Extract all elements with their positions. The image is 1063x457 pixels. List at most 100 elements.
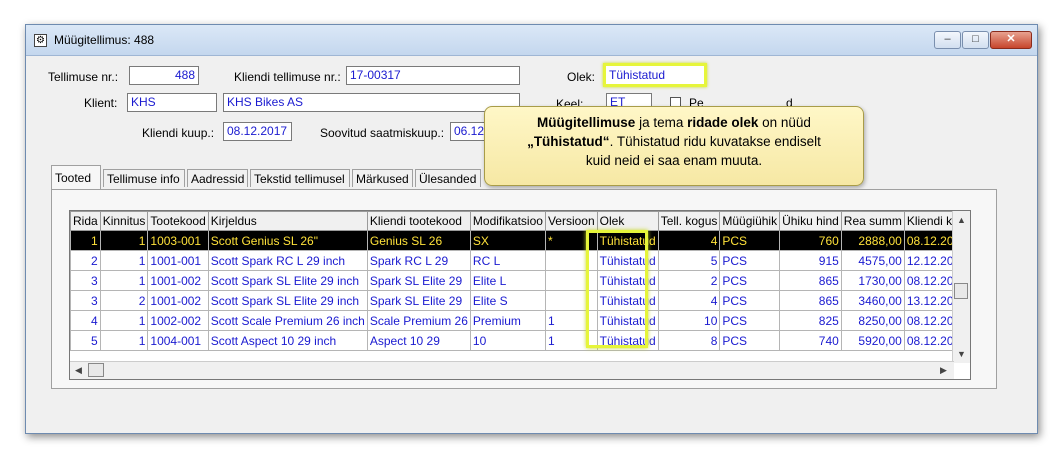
table-cell[interactable]: Elite L — [469, 270, 546, 291]
table-cell[interactable]: 2 — [70, 250, 101, 271]
horizontal-scrollbar[interactable]: ◀ ▶ — [70, 361, 954, 379]
tab-tooted[interactable]: Tooted — [51, 165, 101, 189]
column-header[interactable]: Modifikatsioo — [469, 211, 546, 231]
column-header[interactable]: Kliendi tootekood — [366, 211, 471, 231]
table-cell[interactable]: 1 — [544, 330, 598, 351]
table-cell[interactable]: Scale Premium 26 — [366, 310, 471, 331]
table-cell[interactable] — [544, 250, 598, 271]
table-cell[interactable]: Genius SL 26 — [366, 230, 471, 251]
maximize-button[interactable]: □ — [962, 31, 989, 49]
table-cell[interactable]: 3 — [70, 270, 101, 291]
table-cell[interactable]: 1 — [99, 230, 149, 251]
tab-markused[interactable]: Märkused — [352, 169, 413, 187]
column-header[interactable]: Rida — [70, 211, 101, 231]
table-cell[interactable]: 1 — [544, 310, 598, 331]
column-header[interactable]: Versioon — [544, 211, 598, 231]
scroll-right-icon[interactable]: ▶ — [940, 365, 947, 376]
client-code-field[interactable]: KHS — [127, 93, 217, 112]
table-cell[interactable]: 4575,00 — [840, 250, 905, 271]
table-row[interactable]: 4 1 1002-002 Scott Scale Premium 26 inch Sca… — [70, 310, 970, 331]
table-cell[interactable]: PCS — [719, 230, 781, 251]
table-row[interactable]: 1 1 1003-001 Scott Genius SL 26" Genius SL 2… — [70, 230, 970, 251]
table-row[interactable]: 2 1 1001-001 Scott Spark RC L 29 inch Spark … — [70, 250, 970, 271]
table-cell[interactable]: Elite S — [469, 290, 546, 311]
table-cell[interactable]: Scott Spark RC L 29 inch — [207, 250, 368, 271]
table-cell[interactable]: 865 — [779, 290, 842, 311]
client-order-field[interactable]: 17-00317 — [346, 66, 520, 85]
column-header[interactable]: Rea summ — [840, 211, 905, 231]
tab-ulesanded[interactable]: Ülesanded — [415, 169, 481, 187]
table-cell[interactable]: 8250,00 — [840, 310, 905, 331]
table-cell[interactable]: 865 — [779, 270, 842, 291]
state-field[interactable]: Tühistatud — [603, 63, 707, 87]
table-cell[interactable]: 1001-002 — [147, 270, 209, 291]
table-cell[interactable]: 2 — [99, 290, 149, 311]
table-cell[interactable]: 4 — [657, 290, 721, 311]
table-cell[interactable]: 1 — [99, 250, 149, 271]
order-no-field[interactable]: 488 — [129, 66, 199, 85]
table-cell[interactable]: 1003-001 — [147, 230, 209, 251]
table-cell[interactable]: 1 — [99, 330, 149, 351]
table-cell[interactable]: 4 — [657, 230, 721, 251]
table-cell[interactable]: PCS — [719, 310, 781, 331]
tab-aadressid[interactable]: Aadressid — [187, 169, 248, 187]
close-button[interactable]: ✕ — [990, 31, 1032, 49]
table-cell[interactable]: RC L — [469, 250, 546, 271]
column-header[interactable]: Olek — [596, 211, 659, 231]
table-cell[interactable]: 1001-001 — [147, 250, 209, 271]
tab-tekstid-tellimusel[interactable]: Tekstid tellimusel — [250, 169, 350, 187]
column-header[interactable]: Tell. kogus — [657, 211, 721, 231]
table-cell[interactable] — [544, 290, 598, 311]
table-cell[interactable]: Spark SL Elite 29 — [366, 290, 471, 311]
table-cell[interactable]: Scott Spark SL Elite 29 inch — [207, 290, 368, 311]
horizontal-scroll-thumb[interactable] — [88, 363, 104, 377]
table-cell[interactable]: 10 — [657, 310, 721, 331]
table-cell[interactable]: 1004-001 — [147, 330, 209, 351]
table-cell[interactable]: Scott Scale Premium 26 inch — [207, 310, 368, 331]
table-cell[interactable]: 825 — [779, 310, 842, 331]
table-cell[interactable]: Tühistatud — [596, 250, 659, 271]
vertical-scroll-thumb[interactable] — [954, 283, 968, 299]
table-cell[interactable]: 740 — [779, 330, 842, 351]
scroll-down-icon[interactable]: ▼ — [957, 349, 966, 359]
column-header[interactable]: Kinnitus — [99, 211, 149, 231]
table-cell[interactable]: 2888,00 — [840, 230, 905, 251]
table-cell[interactable]: Scott Aspect 10 29 inch — [207, 330, 368, 351]
table-row[interactable]: 3 1 1001-002 Scott Spark SL Elite 29 inch Sp… — [70, 270, 970, 291]
table-cell[interactable]: 10 — [469, 330, 546, 351]
table-cell[interactable]: Scott Spark SL Elite 29 inch — [207, 270, 368, 291]
title-bar[interactable]: ⚙ Müügitellimus: 488 – □ ✕ — [26, 25, 1037, 56]
table-cell[interactable]: Spark RC L 29 — [366, 250, 471, 271]
column-header[interactable]: Tootekood — [147, 211, 209, 231]
table-row[interactable]: 5 1 1004-001 Scott Aspect 10 29 inch Aspect … — [70, 330, 970, 351]
table-cell[interactable]: 3 — [70, 290, 101, 311]
table-cell[interactable]: 3460,00 — [840, 290, 905, 311]
table-cell[interactable]: PCS — [719, 290, 781, 311]
table-cell[interactable]: PCS — [719, 270, 781, 291]
table-cell[interactable]: 5 — [657, 250, 721, 271]
scroll-up-icon[interactable]: ▲ — [957, 215, 966, 225]
tab-tellimuse-info[interactable]: Tellimuse info — [103, 169, 185, 187]
minimize-button[interactable]: – — [934, 31, 961, 49]
column-header[interactable]: Kirjeldus — [207, 211, 368, 231]
table-cell[interactable]: PCS — [719, 250, 781, 271]
table-cell[interactable]: 5 — [70, 330, 101, 351]
table-cell[interactable]: 1001-002 — [147, 290, 209, 311]
table-cell[interactable]: Spark SL Elite 29 — [366, 270, 471, 291]
column-header[interactable]: Müügiühik — [719, 211, 781, 231]
vertical-scrollbar[interactable]: ▲ ▼ — [952, 211, 970, 363]
order-lines-grid[interactable]: Rida Kinnitus Tootekood Kirjeldus Kliendi to… — [69, 210, 971, 380]
table-cell[interactable]: 8 — [657, 330, 721, 351]
table-cell[interactable]: 915 — [779, 250, 842, 271]
table-cell[interactable]: 1002-002 — [147, 310, 209, 331]
table-cell[interactable]: 2 — [657, 270, 721, 291]
table-cell[interactable]: 1 — [99, 270, 149, 291]
table-cell[interactable]: Scott Genius SL 26" — [207, 230, 368, 251]
table-cell[interactable]: SX — [469, 230, 546, 251]
table-cell[interactable]: PCS — [719, 330, 781, 351]
column-header[interactable]: Ühiku hind — [779, 211, 842, 231]
table-cell[interactable]: Tühistatud — [596, 290, 659, 311]
scroll-left-icon[interactable]: ◀ — [75, 365, 82, 376]
table-row[interactable]: 3 2 1001-002 Scott Spark SL Elite 29 inch Sp… — [70, 290, 970, 311]
table-cell[interactable]: 4 — [70, 310, 101, 331]
